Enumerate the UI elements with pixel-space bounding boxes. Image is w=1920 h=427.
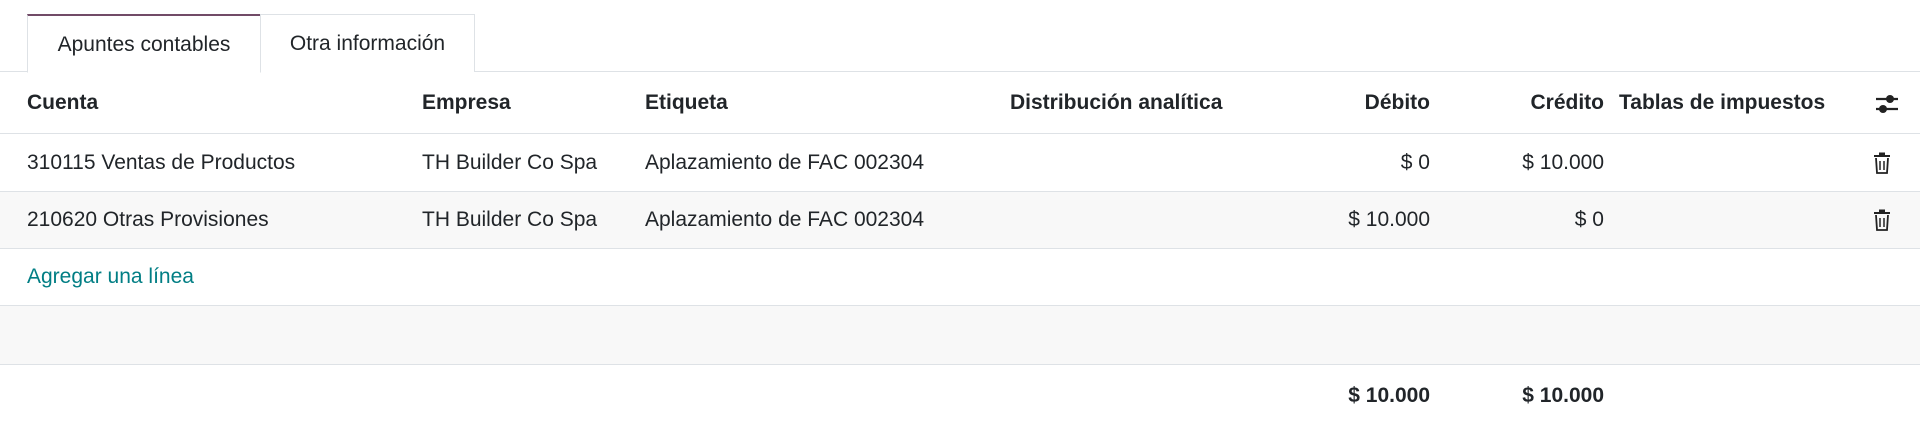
cell-credit[interactable]: $ 10.000: [1420, 134, 1604, 191]
cell-account[interactable]: 310115 Ventas de Productos: [27, 134, 295, 191]
totals-row: $ 10.000 $ 10.000: [0, 365, 1920, 425]
add-line-row: Agregar una línea: [0, 249, 1920, 306]
cell-partner[interactable]: TH Builder Co Spa: [422, 134, 597, 191]
cell-label[interactable]: Aplazamiento de FAC 002304: [645, 134, 924, 191]
tab-apuntes-contables[interactable]: Apuntes contables: [27, 14, 261, 73]
column-header-analytic[interactable]: Distribución analítica: [1010, 72, 1222, 134]
column-header-account[interactable]: Cuenta: [27, 72, 98, 134]
total-credit: $ 10.000: [1522, 384, 1604, 407]
column-header-label[interactable]: Etiqueta: [645, 72, 728, 134]
cell-partner[interactable]: TH Builder Co Spa: [422, 192, 597, 248]
notebook-tabs: Apuntes contables Otra información: [0, 0, 1920, 73]
sliders-icon[interactable]: [1872, 90, 1902, 118]
cell-debit[interactable]: $ 0: [1240, 134, 1430, 191]
add-line-link[interactable]: Agregar una línea: [27, 249, 194, 305]
total-debit: $ 10.000: [1348, 384, 1430, 407]
table-row[interactable]: 210620 Otras Provisiones TH Builder Co S…: [0, 192, 1920, 249]
empty-row: [0, 306, 1920, 365]
column-header-partner[interactable]: Empresa: [422, 72, 511, 134]
trash-icon[interactable]: [1870, 207, 1894, 233]
cell-account[interactable]: 210620 Otras Provisiones: [27, 192, 269, 248]
column-header-debit[interactable]: Débito: [1240, 72, 1430, 134]
cell-label[interactable]: Aplazamiento de FAC 002304: [645, 192, 924, 248]
table-header: Cuenta Empresa Etiqueta Distribución ana…: [0, 72, 1920, 134]
cell-credit[interactable]: $ 0: [1420, 192, 1604, 248]
cell-debit[interactable]: $ 10.000: [1240, 192, 1430, 248]
column-header-taxes[interactable]: Tablas de impuestos: [1619, 72, 1825, 134]
column-header-credit[interactable]: Crédito: [1420, 72, 1605, 134]
tab-otra-informacion[interactable]: Otra información: [260, 14, 475, 72]
trash-icon[interactable]: [1870, 150, 1894, 176]
table-row[interactable]: 310115 Ventas de Productos TH Builder Co…: [0, 134, 1920, 192]
